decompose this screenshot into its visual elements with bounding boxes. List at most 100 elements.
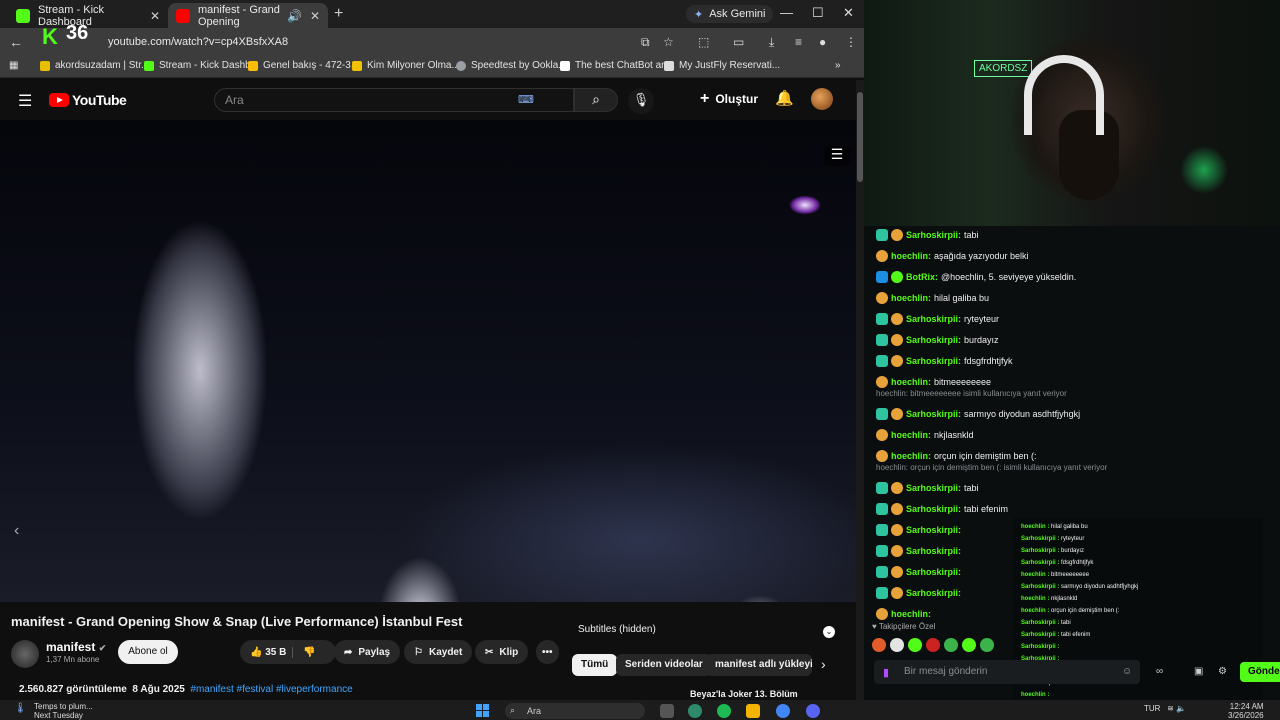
media-icon[interactable]: ≡ bbox=[795, 35, 802, 49]
clip-button[interactable]: ✂ Klip bbox=[475, 640, 529, 664]
emote-icon[interactable] bbox=[944, 638, 958, 652]
bookmark-item[interactable]: Stream - Kick Dashb... bbox=[144, 60, 259, 71]
share-button[interactable]: ➦ Paylaş bbox=[334, 640, 401, 664]
video-player[interactable]: ☰ ‹ bbox=[0, 120, 856, 602]
chat-username[interactable]: Sarhoskirpii: bbox=[906, 504, 961, 514]
microphone-icon[interactable]: ▮ bbox=[883, 666, 889, 679]
chevron-right-icon[interactable]: › bbox=[821, 656, 826, 672]
chat-username[interactable]: hoechlin: bbox=[891, 430, 931, 440]
search-button[interactable]: ⌕ bbox=[574, 88, 618, 112]
bookmark-item[interactable]: My JustFly Reservati... bbox=[664, 60, 780, 71]
apps-grid-icon[interactable]: ▦ bbox=[9, 60, 18, 71]
channel-avatar[interactable] bbox=[11, 640, 39, 668]
ask-gemini-button[interactable]: ✦ Ask Gemini bbox=[686, 5, 774, 23]
new-tab-button[interactable]: + bbox=[334, 5, 343, 23]
task-view-icon[interactable] bbox=[660, 704, 674, 718]
chevron-down-icon[interactable]: ⌄ bbox=[823, 626, 835, 638]
bookmark-item[interactable]: Kim Milyoner Olma... bbox=[352, 60, 460, 71]
tab-search-icon[interactable]: ▭ bbox=[733, 35, 744, 49]
like-button[interactable]: 👍 35 B bbox=[250, 647, 286, 658]
bookmark-item[interactable]: Speedtest by Ookla... bbox=[456, 60, 567, 71]
chrome-icon[interactable] bbox=[776, 704, 790, 718]
more-bookmarks-icon[interactable]: » bbox=[835, 60, 841, 71]
weather-widget[interactable]: Temps to plum... Next Tuesday bbox=[34, 702, 93, 720]
chat-username[interactable]: Sarhoskirpii: bbox=[906, 525, 961, 535]
chat-username[interactable]: Sarhoskirpii: bbox=[906, 314, 961, 324]
menu-kebab-icon[interactable]: ⋮ bbox=[845, 35, 857, 49]
cast-icon[interactable]: ⧉ bbox=[641, 35, 650, 50]
page-scrollbar[interactable] bbox=[856, 80, 864, 700]
bookmark-item[interactable]: Genel bakış - 472-3... bbox=[248, 60, 359, 71]
chat-username[interactable]: hoechlin: bbox=[891, 251, 931, 261]
more-actions-button[interactable]: ••• bbox=[536, 640, 559, 664]
youtube-logo[interactable]: YouTube bbox=[49, 92, 127, 108]
weather-icon[interactable]: 🌡 bbox=[14, 703, 27, 714]
emote-icon[interactable] bbox=[890, 638, 904, 652]
emote-icon[interactable] bbox=[872, 638, 886, 652]
chat-username[interactable]: BotRix: bbox=[906, 272, 938, 282]
chevron-left-icon[interactable]: ‹ bbox=[14, 522, 19, 540]
chat-username[interactable]: hoechlin: bbox=[891, 609, 931, 619]
hashtags[interactable]: #manifest #festival #liveperformance bbox=[190, 684, 352, 695]
chat-username[interactable]: Sarhoskirpii: bbox=[906, 546, 961, 556]
channel-name[interactable]: manifest ✔ bbox=[46, 640, 106, 654]
emote-icon[interactable] bbox=[926, 638, 940, 652]
chat-username[interactable]: Sarhoskirpii: bbox=[906, 230, 961, 240]
url-field[interactable]: youtube.com/watch?v=cp4XBsfxXA8 bbox=[100, 32, 660, 52]
bookmark-star-icon[interactable]: ☆ bbox=[663, 35, 674, 49]
send-button[interactable]: Gönder bbox=[1240, 662, 1280, 682]
window-close-icon[interactable]: ✕ bbox=[843, 5, 854, 21]
keyboard-icon[interactable]: ⌨ bbox=[518, 93, 534, 106]
settings-gear-icon[interactable]: ⚙ bbox=[1218, 666, 1227, 677]
chat-username[interactable]: Sarhoskirpii: bbox=[906, 588, 961, 598]
extensions-icon[interactable]: ⬚ bbox=[698, 35, 709, 49]
chat-username[interactable]: Sarhoskirpii: bbox=[906, 409, 961, 419]
create-button[interactable]: + Oluştur bbox=[700, 90, 758, 108]
windows-start-icon[interactable] bbox=[476, 704, 490, 718]
back-arrow-icon[interactable]: ← bbox=[9, 34, 23, 50]
bookmark-item[interactable]: akordsuzadam | Str... bbox=[40, 60, 149, 71]
bookmark-item[interactable]: The best ChatBot an... bbox=[560, 60, 675, 71]
chip-series[interactable]: Seriden videolar bbox=[616, 654, 712, 676]
maximize-icon[interactable]: ☐ bbox=[812, 5, 824, 21]
save-button[interactable]: ⚐ Kaydet bbox=[404, 640, 473, 664]
system-tray[interactable]: TUR ≋ 🔈 bbox=[1144, 704, 1186, 713]
chip-uploader[interactable]: manifest adlı yükleyi bbox=[706, 654, 812, 676]
app-icon[interactable] bbox=[688, 704, 702, 718]
subscribe-button[interactable]: Abone ol bbox=[118, 640, 178, 664]
hamburger-menu-icon[interactable]: ☰ bbox=[18, 91, 32, 111]
taskbar-search[interactable]: Ara bbox=[505, 703, 645, 719]
chat-username[interactable]: Sarhoskirpii: bbox=[906, 483, 961, 493]
chip-all[interactable]: Tümü bbox=[572, 654, 618, 676]
profile-icon[interactable]: ● bbox=[819, 35, 826, 49]
chat-username[interactable]: hoechlin: bbox=[891, 451, 931, 461]
chat-message-input[interactable]: Bir mesaj gönderin bbox=[874, 660, 1140, 684]
download-icon[interactable]: ⤓ bbox=[769, 35, 774, 50]
dislike-button[interactable]: 👎 bbox=[292, 646, 316, 658]
system-clock[interactable]: 12:24 AM 3/26/2026 bbox=[1228, 702, 1264, 720]
video-menu-icon[interactable]: ☰ bbox=[824, 146, 850, 166]
next-video-title[interactable]: Beyaz'la Joker 13. Bölüm bbox=[690, 689, 798, 699]
close-icon[interactable]: ✕ bbox=[150, 9, 160, 23]
speaker-icon[interactable]: 🔊 bbox=[287, 9, 302, 23]
minimize-icon[interactable]: — bbox=[780, 5, 793, 20]
close-icon[interactable]: ✕ bbox=[310, 9, 320, 23]
scrollbar-thumb[interactable] bbox=[857, 92, 863, 182]
avatar[interactable] bbox=[811, 88, 833, 110]
file-explorer-icon[interactable] bbox=[746, 704, 760, 718]
notifications-bell-icon[interactable]: 🔔 bbox=[775, 89, 794, 107]
voice-search-button[interactable]: 🎙 bbox=[628, 88, 654, 114]
emote-icon[interactable] bbox=[980, 638, 994, 652]
chat-username[interactable]: hoechlin: bbox=[891, 293, 931, 303]
chat-username[interactable]: Sarhoskirpii: bbox=[906, 335, 961, 345]
link-icon[interactable]: ∞ bbox=[1156, 666, 1163, 677]
spotify-icon[interactable] bbox=[717, 704, 731, 718]
emote-icon[interactable] bbox=[908, 638, 922, 652]
emote-icon[interactable] bbox=[962, 638, 976, 652]
emoji-icon[interactable]: ☺ bbox=[1122, 666, 1132, 677]
gift-icon[interactable]: ▣ bbox=[1194, 666, 1203, 677]
chat-username[interactable]: Sarhoskirpii: bbox=[906, 356, 961, 366]
chat-username[interactable]: hoechlin: bbox=[891, 377, 931, 387]
discord-icon[interactable] bbox=[806, 704, 820, 718]
tab-youtube-video[interactable]: manifest - Grand Opening 🔊 ✕ bbox=[168, 3, 328, 28]
